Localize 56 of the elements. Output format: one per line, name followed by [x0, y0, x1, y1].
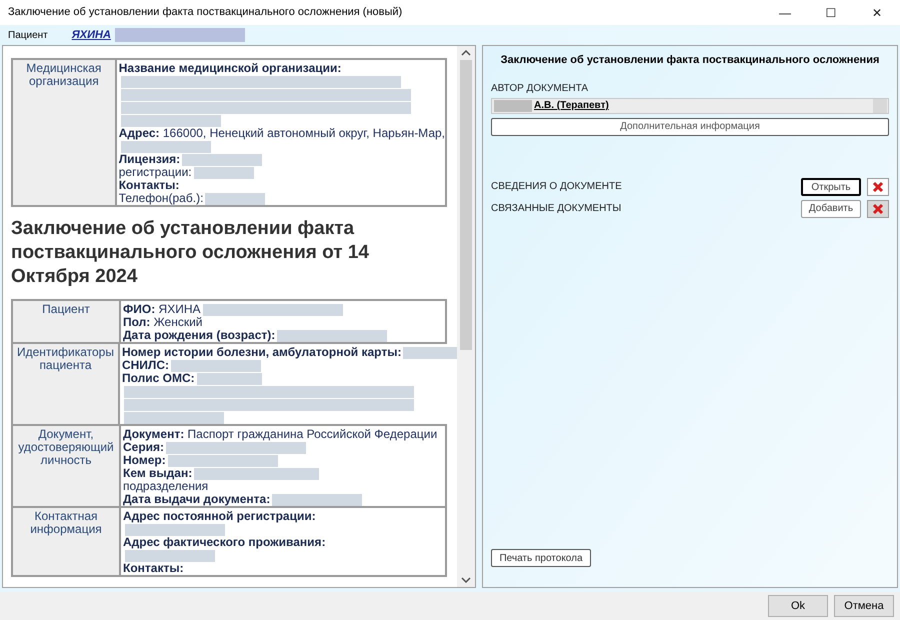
field-text: Адрес: 166000, Ненецкий автономный округ, Нарьян-Мар, — [118, 127, 445, 140]
add-button[interactable]: Добавить — [801, 200, 861, 218]
info-button[interactable]: Дополнительная информация — [491, 118, 889, 136]
scroll-down-icon[interactable] — [461, 577, 471, 583]
print-button[interactable]: Печать протокола — [491, 549, 591, 567]
field-text: Дата рождения (возраст): — [123, 329, 276, 342]
author-name: А.В. (Терапевт) — [534, 99, 610, 113]
field-text: Пол: Женский — [123, 316, 203, 329]
field-text: Документ: Паспорт гражданина Российской Федерации — [123, 428, 438, 441]
scrollbar-thumb[interactable] — [460, 60, 472, 350]
field-text: ФИО: ЯХИНА — [123, 303, 201, 316]
redacted-block — [194, 166, 254, 178]
field-text: Телефон(раб.): — [118, 192, 204, 205]
row-header: Контактная информация — [13, 508, 119, 575]
field-text: Кем выдан: — [123, 467, 192, 480]
window-title: Заключение об установлении факта поствакцинального осложнения (новый) — [8, 5, 402, 20]
field-text: Номер истории болезни, амбулаторной карты: — [122, 346, 402, 359]
field-text: Контакты: — [118, 179, 180, 192]
scrollbar[interactable] — [457, 46, 475, 587]
row-header: Документ, удостоверяющий личность — [13, 426, 119, 506]
field-text: Серия: — [123, 441, 164, 454]
row-header: Медицинская организация — [13, 60, 115, 205]
delete-button[interactable] — [867, 200, 889, 218]
field-text: регистрации: — [118, 166, 192, 179]
document-heading: Заключение об установлении факта поствакцинального осложнения от 14 Октября 2024 — [11, 217, 370, 289]
field-text: Адрес фактического проживания: — [123, 536, 326, 549]
cross-icon — [872, 180, 884, 192]
section-label: СВЕДЕНИЯ О ДОКУМЕНТЕ — [491, 180, 623, 194]
author-field[interactable]: А.В. (Терапевт) — [491, 98, 889, 114]
scroll-up-icon[interactable] — [461, 50, 471, 56]
ok-button[interactable]: Ok — [768, 595, 828, 617]
field-text: Контакты: — [123, 562, 184, 575]
field-text: Полис ОМС: — [122, 372, 195, 385]
field-text: Номер: — [123, 454, 166, 467]
field-text: Лицензия: — [118, 153, 180, 166]
redacted-block — [494, 100, 532, 112]
field-text: Адрес постоянной регистрации: — [123, 510, 316, 523]
delete-button[interactable] — [867, 178, 889, 196]
patient-link[interactable]: ЯХИНА — [72, 26, 111, 44]
open-button[interactable]: Открыть — [801, 178, 861, 196]
section-label: СВЯЗАННЫЕ ДОКУМЕНТЫ — [491, 202, 622, 216]
row-header: Идентификаторы пациента — [13, 344, 118, 424]
patient-label: Пациент — [8, 28, 48, 42]
maximize-button[interactable]: ☐ — [808, 0, 854, 25]
author-label: АВТОР ДОКУМЕНТА — [491, 82, 590, 96]
panel-title: Заключение об установлении факта поствакцинального осложнения — [500, 53, 880, 68]
minimize-button[interactable]: — — [762, 0, 808, 25]
field-text: подразделения — [123, 480, 208, 493]
close-button[interactable]: ✕ — [854, 0, 900, 25]
row-header: Пациент — [13, 301, 119, 342]
field-text: СНИЛС: — [122, 359, 170, 372]
cancel-button[interactable]: Отмена — [834, 595, 894, 617]
field-text: Название медицинской организации: — [118, 62, 342, 75]
cross-icon — [872, 202, 884, 214]
redacted-block — [205, 192, 266, 204]
field-text: Дата выдачи документа: — [123, 493, 270, 506]
